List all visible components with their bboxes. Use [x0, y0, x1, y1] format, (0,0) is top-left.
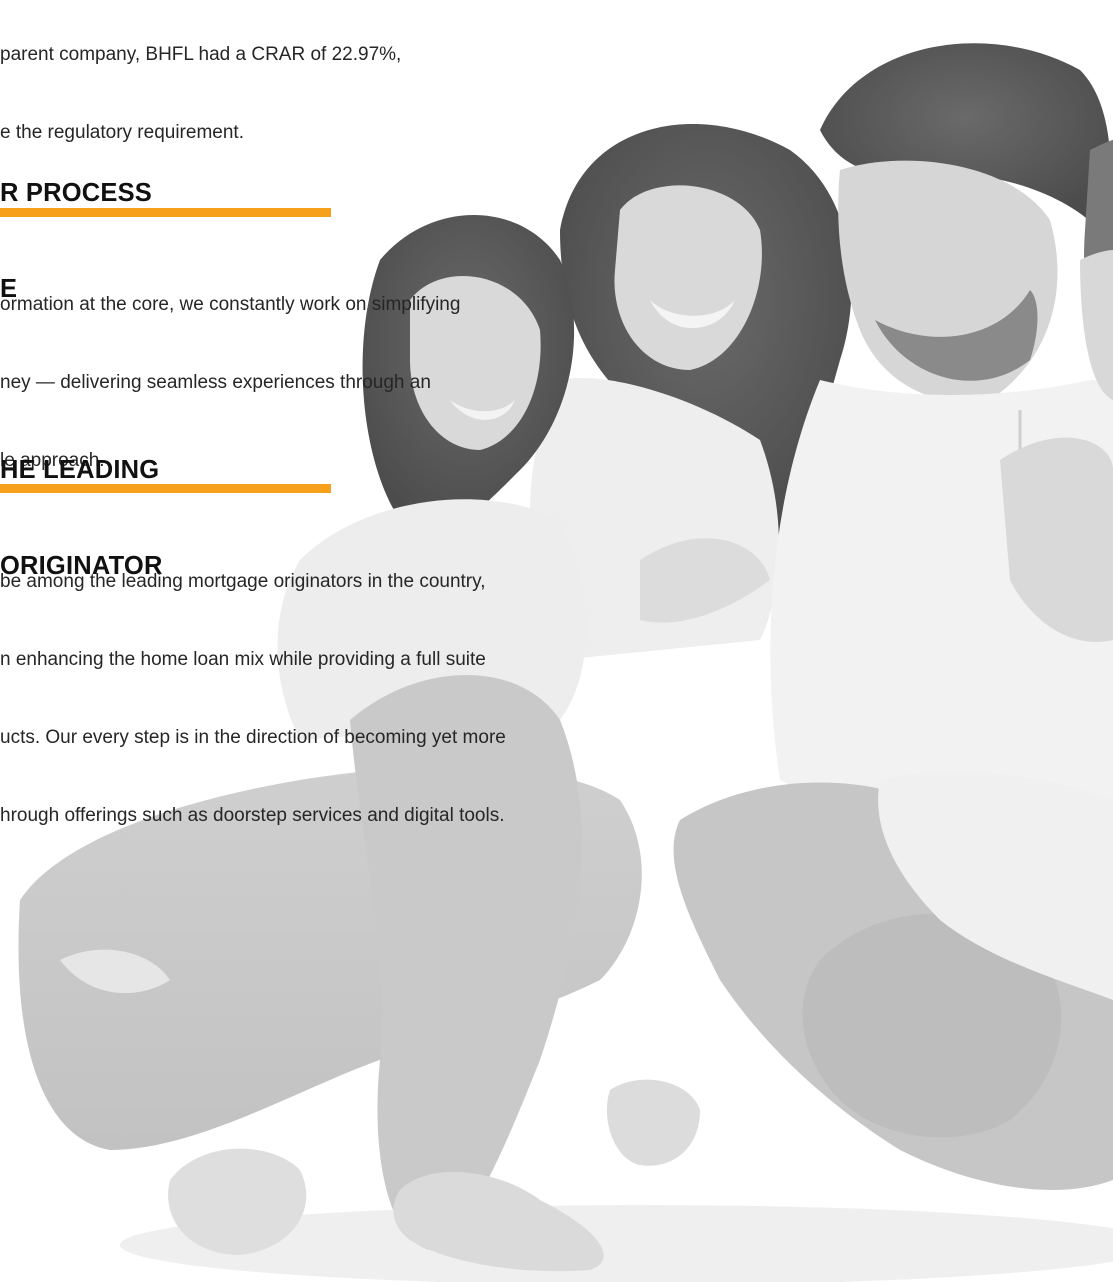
accent-rule	[0, 484, 331, 493]
text-content: parent company, BHFL had a CRAR of 22.97…	[0, 0, 1113, 1282]
heading-line: HE LEADING	[0, 456, 160, 484]
body-line: ucts. Our every step is in the direction…	[0, 727, 506, 748]
body-line: ormation at the core, we constantly work…	[0, 294, 461, 315]
section-body-originator: be among the leading mortgage originator…	[0, 517, 506, 881]
accent-rule	[0, 208, 331, 217]
intro-line: parent company, BHFL had a CRAR of 22.97…	[0, 44, 402, 65]
body-line: be among the leading mortgage originator…	[0, 571, 486, 592]
body-line: hrough offerings such as doorstep servic…	[0, 805, 505, 826]
body-line: n enhancing the home loan mix while prov…	[0, 649, 486, 670]
heading-line: R PROCESS	[0, 179, 152, 207]
